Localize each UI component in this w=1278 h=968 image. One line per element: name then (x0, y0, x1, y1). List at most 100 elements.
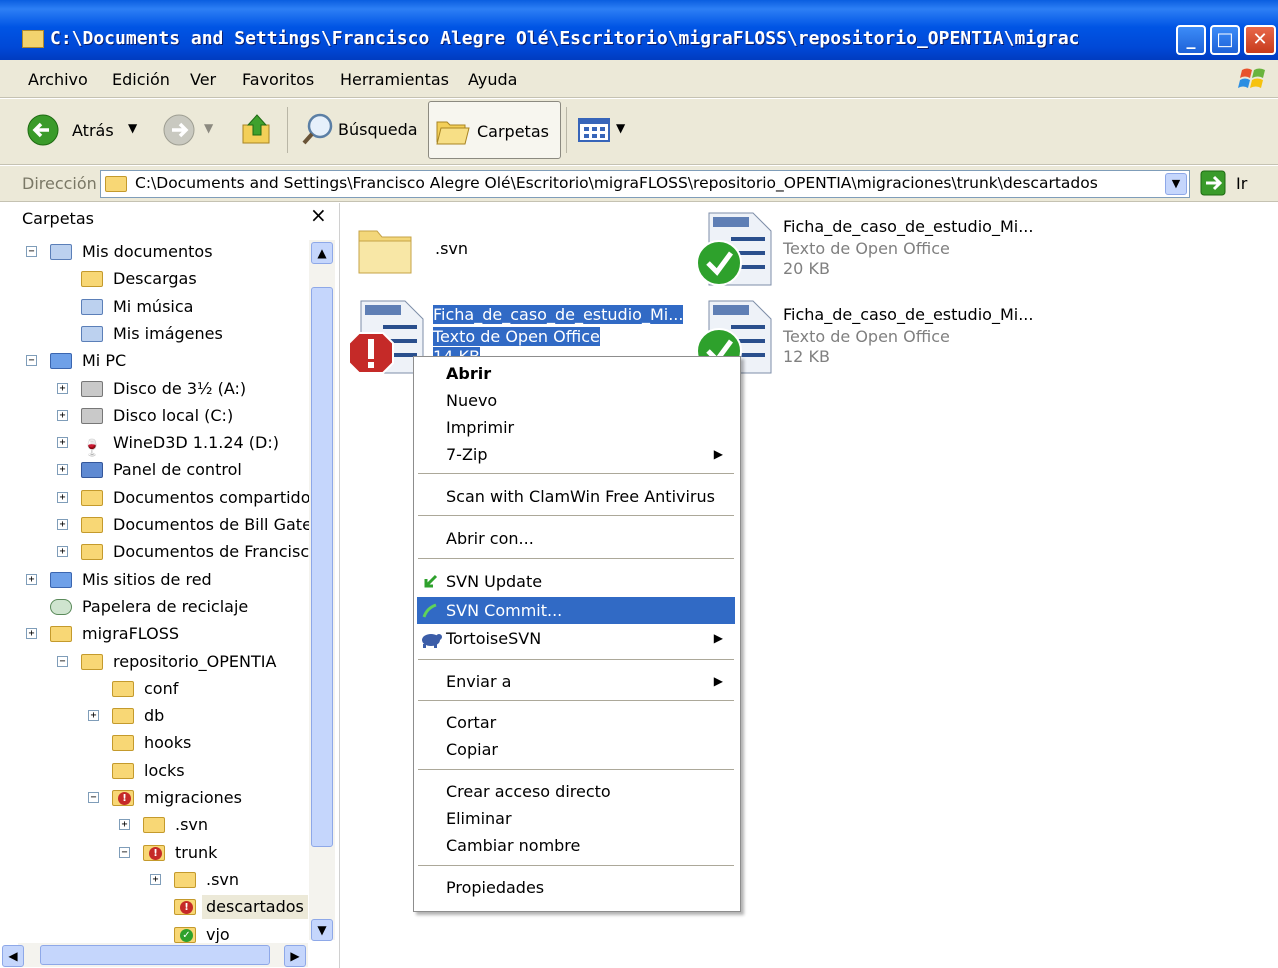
menu-edicion[interactable]: Edición (112, 70, 170, 89)
expand-icon[interactable]: + (119, 819, 130, 831)
folders-pane: Carpetas × − Mis documentos Descargas Mi mú… (0, 203, 340, 968)
expand-icon[interactable]: + (88, 710, 99, 722)
expand-icon[interactable]: + (57, 519, 68, 530)
scroll-left-icon[interactable]: ◀ (2, 945, 24, 967)
menu-ayuda[interactable]: Ayuda (468, 70, 517, 89)
forward-dropdown-icon[interactable]: ▼ (204, 121, 213, 135)
tree-item[interactable]: + db (0, 704, 308, 728)
tree-item-label: Disco de 3½ (A:) (113, 378, 247, 398)
expand-icon[interactable]: + (57, 437, 68, 449)
menu-item-crear-acceso-directo[interactable]: Crear acceso directo (417, 778, 735, 805)
tree-item[interactable]: + Documentos de Francisco (0, 540, 319, 564)
scroll-right-icon[interactable]: ▶ (284, 945, 306, 967)
collapse-icon[interactable]: − (119, 846, 130, 858)
tree-item[interactable]: + .svn (0, 813, 308, 837)
forward-button[interactable]: ▼ (162, 113, 222, 147)
menu-item-scan-clamwin[interactable]: Scan with ClamWin Free Antivirus (417, 483, 735, 510)
expand-icon[interactable]: + (57, 464, 68, 476)
menu-archivo[interactable]: Archivo (28, 70, 88, 89)
menu-ver[interactable]: Ver (190, 70, 216, 89)
folders-pane-close-icon[interactable]: × (310, 203, 327, 227)
menu-item-svn-commit[interactable]: SVN Commit... (417, 597, 735, 624)
menu-item-imprimir[interactable]: Imprimir (417, 414, 735, 441)
tree-item[interactable]: − Mis documentos (0, 240, 308, 264)
expand-icon[interactable]: + (57, 382, 68, 394)
tree-item[interactable]: − Mi PC (0, 349, 308, 373)
back-dropdown-icon[interactable]: ▼ (128, 121, 137, 135)
collapse-icon[interactable]: − (88, 792, 99, 803)
maximize-button[interactable]: □ (1210, 25, 1240, 55)
views-dropdown-icon[interactable]: ▼ (616, 121, 625, 135)
tree-item[interactable]: −! trunk (0, 841, 308, 865)
scroll-down-icon[interactable]: ▼ (311, 919, 333, 941)
menu-item-tortoisesvn[interactable]: TortoiseSVN ▶ (417, 625, 735, 652)
file-item[interactable]: .svn (355, 217, 595, 287)
folder-icon (81, 489, 103, 506)
expand-icon[interactable]: + (57, 491, 68, 503)
tree-horizontal-scroll-thumb[interactable] (40, 945, 270, 965)
tree-item[interactable]: + Disco local (C:) (0, 404, 308, 428)
tree-item[interactable]: Descargas (0, 267, 308, 291)
search-button[interactable]: Búsqueda (300, 111, 420, 149)
folders-button[interactable]: Carpetas (428, 101, 561, 159)
expand-icon[interactable]: + (26, 628, 37, 640)
menu-favoritos[interactable]: Favoritos (242, 70, 314, 89)
tree-item[interactable]: Papelera de reciclaje (0, 595, 308, 619)
collapse-icon[interactable]: − (26, 355, 37, 367)
tree-item[interactable]: + migraFLOSS (0, 622, 308, 646)
svnok-icon: ✓ (174, 926, 196, 943)
tree-item[interactable]: Mis imágenes (0, 322, 308, 346)
scroll-up-icon[interactable]: ▲ (311, 242, 333, 264)
context-menu: Abrir Nuevo Imprimir 7-Zip ▶ Scan with Cl… (413, 356, 741, 912)
menu-item-cambiar-nombre[interactable]: Cambiar nombre (417, 832, 735, 859)
menu-item-propiedades[interactable]: Propiedades (417, 874, 735, 901)
tree-item[interactable]: + .svn (0, 868, 308, 892)
file-item[interactable]: Ficha_de_caso_de_estudio_Mi... Texto de … (695, 297, 1055, 377)
tree-item[interactable]: hooks (0, 731, 308, 755)
address-dropdown-icon[interactable]: ▼ (1165, 173, 1187, 195)
menu-item-abrir[interactable]: Abrir (417, 360, 735, 387)
up-button[interactable] (240, 111, 274, 149)
menu-item-eliminar[interactable]: Eliminar (417, 805, 735, 832)
menu-item-enviar-a[interactable]: Enviar a ▶ (417, 668, 735, 695)
menu-item-svn-update[interactable]: SVN Update (417, 568, 735, 595)
minimize-button[interactable]: _ (1176, 25, 1206, 55)
tree-item[interactable]: −! migraciones (0, 786, 308, 810)
expand-icon[interactable]: + (57, 409, 68, 421)
tree-item[interactable]: + Disco de 3½ (A:) (0, 377, 308, 401)
forward-arrow-icon (163, 114, 195, 146)
tree-item[interactable]: − repositorio_OPENTIA (0, 650, 308, 674)
tree-item-label: locks (144, 760, 185, 780)
tree-item-label: .svn (175, 815, 209, 835)
file-item[interactable]: Ficha_de_caso_de_estudio_Mi... Texto de … (695, 209, 1055, 289)
tree-item[interactable]: + 🍷 WineD3D 1.1.24 (D:) (0, 431, 308, 456)
collapse-icon[interactable]: − (57, 655, 68, 667)
tree-item[interactable]: conf (0, 677, 308, 701)
menu-herramientas[interactable]: Herramientas (340, 70, 449, 89)
tree-item[interactable]: ! descartados (0, 895, 308, 920)
tree-item[interactable]: Mi música (0, 295, 308, 319)
file-name: Ficha_de_caso_de_estudio_Mi... (783, 217, 1034, 236)
collapse-icon[interactable]: − (26, 246, 37, 257)
views-button[interactable]: ▼ (578, 117, 634, 145)
tree-item[interactable]: + Documentos de Bill Gates (0, 513, 320, 537)
expand-icon[interactable]: + (26, 573, 37, 585)
menu-item-abrir-con[interactable]: Abrir con... (417, 525, 735, 552)
menu-item-cortar[interactable]: Cortar (417, 709, 735, 736)
tree-item[interactable]: + Documentos compartidos (0, 486, 319, 510)
go-button[interactable]: Ir (1200, 170, 1270, 198)
close-button[interactable]: ✕ (1244, 25, 1276, 55)
tree-item[interactable]: + Mis sitios de red (0, 568, 308, 592)
expand-icon[interactable]: + (57, 546, 68, 558)
svn-update-icon (424, 574, 438, 588)
expand-icon[interactable]: + (150, 873, 161, 885)
address-field[interactable]: C:\Documents and Settings\Francisco Aleg… (100, 170, 1190, 198)
tree-item[interactable]: + Panel de control (0, 458, 308, 482)
menu-item-7zip[interactable]: 7-Zip ▶ (417, 441, 735, 468)
tree-item[interactable]: locks (0, 759, 308, 783)
tree-item-label: trunk (175, 842, 218, 862)
back-button[interactable]: Atrás ▼ (26, 113, 146, 147)
tree-vertical-scroll-thumb[interactable] (311, 287, 333, 847)
menu-item-nuevo[interactable]: Nuevo (417, 387, 735, 414)
menu-item-copiar[interactable]: Copiar (417, 736, 735, 763)
